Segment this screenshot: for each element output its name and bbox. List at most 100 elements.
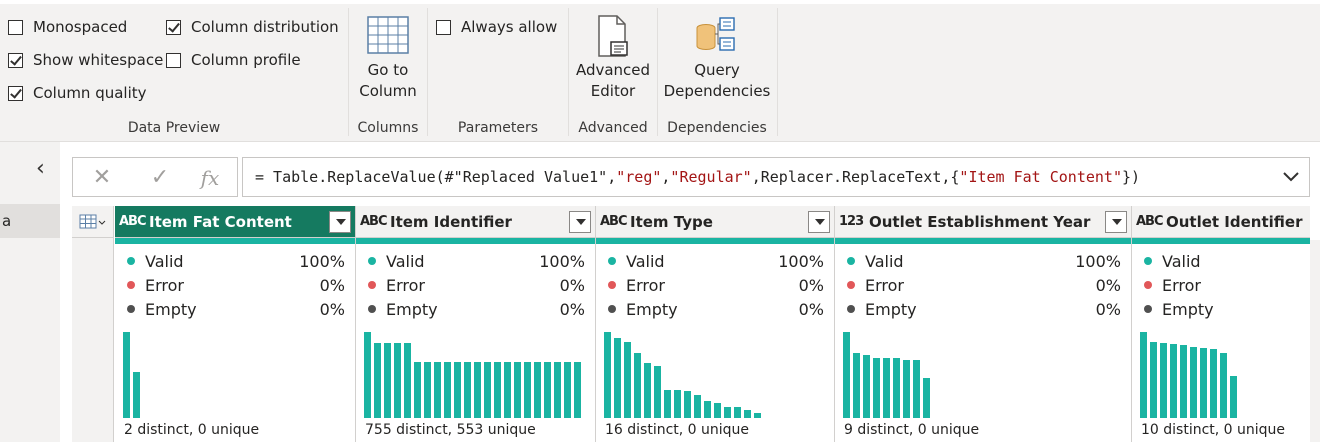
column-type-icon[interactable]: 123 — [839, 214, 869, 229]
column-type-icon[interactable]: ABC — [119, 214, 149, 229]
histogram-bar[interactable] — [644, 363, 651, 418]
column-distribution-histogram[interactable] — [1140, 328, 1320, 418]
histogram-bar[interactable] — [853, 353, 860, 418]
histogram-bar[interactable] — [1190, 347, 1197, 418]
column-quality-checkbox[interactable]: Column quality — [8, 84, 147, 102]
histogram-bar[interactable] — [893, 358, 900, 418]
histogram-bar[interactable] — [724, 407, 731, 418]
histogram-bar[interactable] — [624, 342, 631, 418]
histogram-bar[interactable] — [1230, 376, 1237, 418]
histogram-bar[interactable] — [863, 355, 870, 418]
histogram-bar[interactable] — [484, 362, 491, 418]
histogram-bar[interactable] — [1200, 348, 1207, 418]
histogram-bar[interactable] — [694, 395, 701, 418]
histogram-bar[interactable] — [434, 362, 441, 418]
expand-formula-chevron-icon[interactable] — [1281, 168, 1301, 186]
column-type-icon[interactable]: ABC — [600, 214, 630, 229]
histogram-bar[interactable] — [634, 353, 641, 418]
formula-text[interactable]: = Table.ReplaceValue(#"Replaced Value1",… — [255, 168, 1140, 186]
histogram-bar[interactable] — [564, 362, 571, 418]
histogram-bar[interactable] — [444, 362, 451, 418]
histogram-bar[interactable] — [544, 362, 551, 418]
histogram-bar[interactable] — [454, 362, 461, 418]
histogram-bar[interactable] — [873, 358, 880, 418]
grid-column[interactable]: 123 Outlet Establishment Year Valid 100% Err… — [835, 206, 1132, 442]
advanced-editor-button[interactable]: Advanced Editor — [573, 14, 653, 102]
column-header[interactable]: ABC Item Identifier — [356, 206, 595, 238]
grid-column[interactable]: ABC Outlet Identifier Valid Error Empty 10 di… — [1132, 206, 1310, 442]
show-whitespace-checkbox[interactable]: Show whitespace — [8, 51, 163, 69]
histogram-bar[interactable] — [414, 362, 421, 418]
histogram-bar[interactable] — [754, 413, 761, 418]
column-filter-dropdown-icon[interactable] — [1105, 210, 1127, 233]
column-distribution-checkbox-box[interactable] — [166, 19, 181, 35]
histogram-bar[interactable] — [1140, 332, 1147, 418]
query-list-item[interactable]: a — [0, 204, 60, 238]
histogram-bar[interactable] — [394, 343, 401, 418]
histogram-bar[interactable] — [744, 410, 751, 418]
histogram-bar[interactable] — [1160, 343, 1167, 418]
column-distribution-histogram[interactable] — [843, 328, 1063, 418]
go-to-column-button[interactable]: Go to Column — [353, 16, 423, 102]
column-distribution-checkbox[interactable]: Column distribution — [166, 18, 339, 36]
histogram-bar[interactable] — [614, 338, 621, 418]
histogram-bar[interactable] — [604, 332, 611, 418]
histogram-bar[interactable] — [913, 360, 920, 418]
histogram-bar[interactable] — [514, 362, 521, 418]
histogram-bar[interactable] — [123, 332, 130, 418]
grid-column[interactable]: ABC Item Type Valid 100% Error 0% Empty 0% 16 di… — [596, 206, 835, 442]
column-filter-dropdown-icon[interactable] — [569, 210, 591, 233]
column-profile-checkbox[interactable]: Column profile — [166, 51, 301, 69]
grid-column[interactable]: ABC Item Identifier Valid 100% Error 0% Empty 0… — [356, 206, 596, 442]
histogram-bar[interactable] — [404, 343, 411, 418]
histogram-bar[interactable] — [1150, 342, 1157, 418]
column-header[interactable]: ABC Outlet Identifier — [1132, 206, 1310, 238]
histogram-bar[interactable] — [1180, 345, 1187, 418]
column-distribution-histogram[interactable] — [364, 328, 584, 418]
histogram-bar[interactable] — [534, 362, 541, 418]
histogram-bar[interactable] — [1220, 353, 1227, 418]
histogram-bar[interactable] — [364, 332, 371, 418]
grid-column[interactable]: ABC Item Fat Content Valid 100% Error 0% Empty… — [115, 206, 356, 442]
column-header[interactable]: ABC Item Type — [596, 206, 834, 238]
histogram-bar[interactable] — [664, 390, 671, 418]
histogram-bar[interactable] — [674, 390, 681, 418]
collapse-queries-chevron-icon[interactable]: ‹ — [36, 156, 56, 182]
histogram-bar[interactable] — [524, 362, 531, 418]
show-whitespace-checkbox-box[interactable] — [8, 52, 23, 68]
column-quality-checkbox-box[interactable] — [8, 85, 23, 101]
histogram-bar[interactable] — [424, 362, 431, 418]
monospaced-checkbox[interactable]: Monospaced — [8, 18, 127, 36]
vertical-scrollbar[interactable] — [1310, 240, 1320, 442]
formula-bar[interactable]: = Table.ReplaceValue(#"Replaced Value1",… — [242, 157, 1310, 197]
histogram-bar[interactable] — [843, 332, 850, 418]
histogram-bar[interactable] — [704, 401, 711, 418]
histogram-bar[interactable] — [1170, 344, 1177, 418]
histogram-bar[interactable] — [883, 358, 890, 418]
monospaced-checkbox-box[interactable] — [8, 19, 23, 35]
histogram-bar[interactable] — [574, 362, 581, 418]
histogram-bar[interactable] — [923, 378, 930, 418]
histogram-bar[interactable] — [474, 362, 481, 418]
histogram-bar[interactable] — [684, 391, 691, 418]
column-profile-checkbox-box[interactable] — [166, 52, 181, 68]
histogram-bar[interactable] — [554, 362, 561, 418]
query-dependencies-button[interactable]: Query Dependencies — [662, 14, 772, 102]
always-allow-checkbox[interactable]: Always allow — [436, 18, 557, 36]
column-header[interactable]: 123 Outlet Establishment Year — [835, 206, 1131, 238]
histogram-bar[interactable] — [903, 360, 910, 418]
histogram-bar[interactable] — [654, 366, 661, 418]
histogram-bar[interactable] — [714, 403, 721, 418]
histogram-bar[interactable] — [384, 343, 391, 418]
always-allow-checkbox-box[interactable] — [436, 19, 451, 35]
histogram-bar[interactable] — [374, 343, 381, 418]
column-filter-dropdown-icon[interactable] — [808, 210, 830, 233]
column-distribution-histogram[interactable] — [604, 328, 824, 418]
histogram-bar[interactable] — [1210, 349, 1217, 418]
histogram-bar[interactable] — [494, 362, 501, 418]
commit-check-icon[interactable]: ✓ — [147, 166, 173, 190]
histogram-bar[interactable] — [464, 362, 471, 418]
histogram-bar[interactable] — [133, 372, 140, 418]
column-header[interactable]: ABC Item Fat Content — [115, 206, 355, 238]
column-distribution-histogram[interactable] — [123, 328, 343, 418]
